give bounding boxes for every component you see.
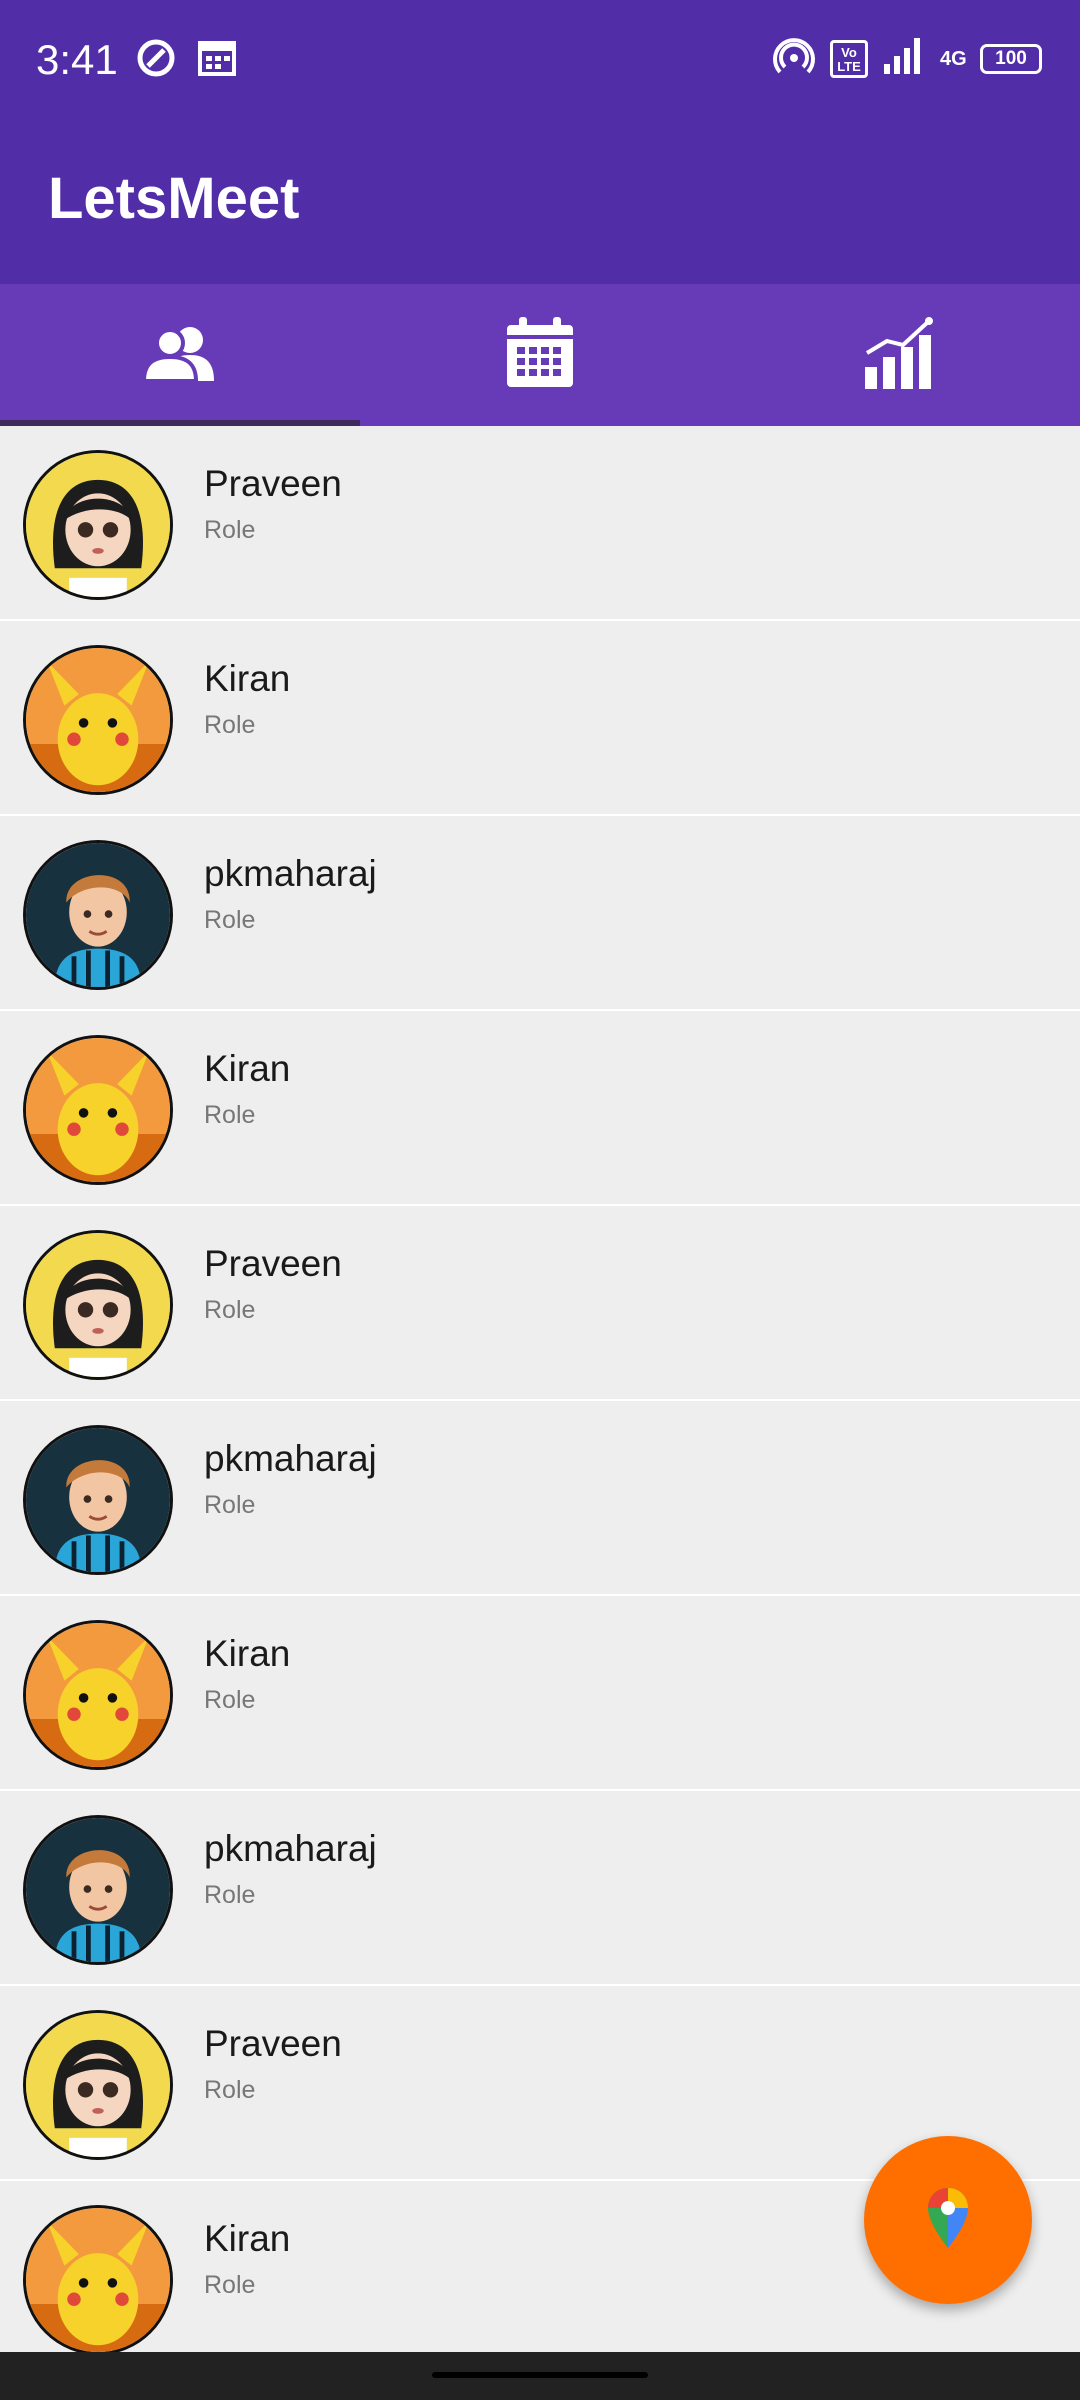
data-saver-icon (134, 36, 178, 85)
pikachu-avatar (23, 1035, 173, 1185)
hotspot-icon (772, 34, 816, 83)
contact-role: Role (204, 1881, 256, 1909)
girl-avatar (23, 1230, 173, 1380)
list-item[interactable]: Praveen Role (0, 426, 1080, 621)
status-right-icons: Vo LTE 4G 100 (772, 34, 1042, 83)
bar-chart-icon (863, 316, 937, 394)
volte-icon: Vo LTE (830, 39, 868, 78)
contact-name: Praveen (204, 463, 342, 504)
contact-name: pkmaharaj (204, 1828, 377, 1869)
status-bar: 3:41 Vo LTE 4G 100 (0, 0, 1080, 120)
contact-name: pkmaharaj (204, 1438, 377, 1479)
battery-level: 100 (995, 47, 1027, 69)
list-item[interactable]: Kiran Role (0, 621, 1080, 816)
pikachu-avatar (23, 1620, 173, 1770)
people-icon (141, 323, 218, 388)
tab-people[interactable] (0, 284, 360, 426)
map-fab-button[interactable] (864, 2136, 1032, 2304)
status-left-icons (134, 36, 238, 85)
status-time: 3:41 (36, 36, 118, 83)
network-4g-icon: 4G (940, 47, 967, 70)
contact-name: Kiran (204, 1633, 291, 1674)
contact-role: Role (204, 1686, 256, 1714)
contact-name: Praveen (204, 2023, 342, 2064)
contact-role: Role (204, 1296, 256, 1324)
pikachu-avatar (23, 2205, 173, 2352)
contact-role: Role (204, 711, 256, 739)
contact-name: pkmaharaj (204, 853, 377, 894)
list-item[interactable]: Praveen Role (0, 1206, 1080, 1401)
app-title: LetsMeet (48, 166, 300, 231)
contact-name: Praveen (204, 1243, 342, 1284)
list-item[interactable]: Kiran Role (0, 1011, 1080, 1206)
contact-role: Role (204, 1491, 256, 1519)
contact-role: Role (204, 2076, 256, 2104)
map-pin-icon (924, 2186, 972, 2255)
list-item[interactable]: pkmaharaj Role (0, 1791, 1080, 1986)
list-item[interactable]: pkmaharaj Role (0, 1401, 1080, 1596)
contact-list: Praveen Role Kiran Role pkmaharaj Role K… (0, 426, 1080, 2352)
boy-avatar (23, 840, 173, 990)
contact-name: Kiran (204, 658, 291, 699)
boy-avatar (23, 1425, 173, 1575)
list-item[interactable]: Kiran Role (0, 1596, 1080, 1791)
signal-icon (882, 36, 926, 81)
contact-role: Role (204, 516, 256, 544)
boy-avatar (23, 1815, 173, 1965)
tab-bar (0, 284, 1080, 426)
contact-role: Role (204, 2271, 256, 2299)
contact-role: Role (204, 906, 256, 934)
calendar-icon (505, 316, 575, 394)
pikachu-avatar (23, 645, 173, 795)
system-nav-bar (0, 2352, 1080, 2400)
calendar-notification-icon (196, 36, 238, 85)
battery-icon: 100 (980, 43, 1042, 74)
contact-name: Kiran (204, 1048, 291, 1089)
tab-calendar[interactable] (360, 284, 720, 426)
home-gesture-handle[interactable] (432, 2372, 648, 2378)
contact-name: Kiran (204, 2218, 291, 2259)
tab-stats[interactable] (720, 284, 1080, 426)
contact-role: Role (204, 1101, 256, 1129)
girl-avatar (23, 450, 173, 600)
girl-avatar (23, 2010, 173, 2160)
list-item[interactable]: pkmaharaj Role (0, 816, 1080, 1011)
app-bar: LetsMeet (0, 120, 1080, 284)
